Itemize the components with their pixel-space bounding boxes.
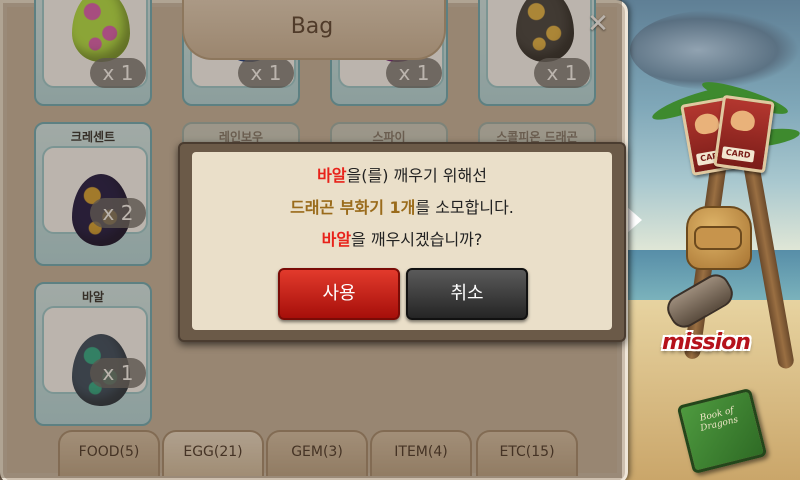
card-label: CARD xyxy=(721,146,755,163)
confirm-dialog: 바알을(를) 깨우기 위해선 드래곤 부화기 1개를 소모합니다. 바알을 깨우… xyxy=(178,142,626,342)
book-label: Book of Dragons xyxy=(698,405,740,434)
item-name: 드래곤 부화기 1개 xyxy=(290,198,416,217)
card-icon: CARD xyxy=(713,94,775,174)
cancel-button[interactable]: 취소 xyxy=(406,268,528,320)
game-screen: CARD CARD mission Book of Dragons x 1x 1… xyxy=(0,0,800,480)
backpack-button[interactable] xyxy=(680,196,756,272)
dialog-line-2: 드래곤 부화기 1개를 소모합니다. xyxy=(290,198,514,217)
dialog-line-1: 바알을(를) 깨우기 위해선 xyxy=(317,166,487,185)
use-button[interactable]: 사용 xyxy=(278,268,400,320)
dragon-name: 바알 xyxy=(321,230,352,249)
dragon-name: 바알 xyxy=(317,166,347,185)
dialog-line-3: 바알을 깨우시겠습니까? xyxy=(321,230,483,249)
mission-label: mission xyxy=(662,330,751,355)
card-button[interactable]: CARD CARD xyxy=(680,94,775,176)
expand-arrow-icon[interactable] xyxy=(626,206,642,234)
mission-button[interactable]: mission xyxy=(660,269,780,366)
storm-swirl xyxy=(630,10,800,90)
